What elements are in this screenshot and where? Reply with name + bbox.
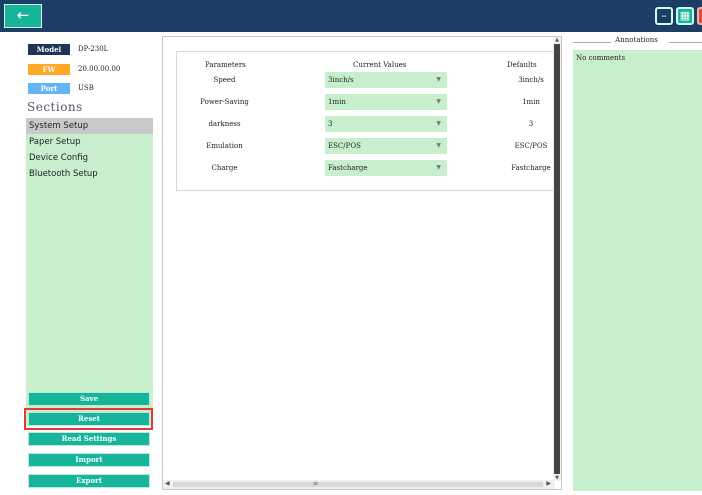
horizontal-scroll-thumb[interactable]	[173, 482, 543, 487]
sidebar-item-bluetooth-setup[interactable]: Bluetooth Setup	[26, 166, 153, 182]
param-default: 3inch/s	[518, 76, 544, 84]
param-label: Power-Saving	[200, 98, 249, 106]
parameters-card: Parameters Current Values Defaults Speed…	[176, 51, 554, 191]
annotations-text: No comments	[576, 54, 626, 62]
param-default: ESC/POS	[514, 142, 548, 150]
read-settings-button[interactable]: Read Settings	[28, 432, 150, 446]
model-row: Model DP-230L	[28, 44, 152, 55]
chevron-down-icon: ▼	[436, 120, 441, 127]
maximize-icon: ▦	[679, 9, 691, 22]
minimize-icon: –	[661, 9, 667, 22]
horizontal-scrollbar[interactable]: ◀ ≡ ▶	[163, 480, 555, 489]
speed-select[interactable]: 3inch/s ▼	[325, 72, 447, 88]
chevron-down-icon: ▼	[436, 164, 441, 171]
sidebar: Model DP-230L FW 20.00.00.00 Port USB Se…	[23, 39, 154, 491]
param-row-power-saving: Power-Saving 1min ▼ 1min	[177, 94, 555, 110]
main-panel: Parameters Current Values Defaults Speed…	[162, 36, 562, 490]
darkness-select[interactable]: 3 ▼	[325, 116, 447, 132]
current-values-header: Current Values	[353, 61, 407, 69]
fw-value: 20.00.00.00	[78, 65, 121, 73]
power-saving-select[interactable]: 1min ▼	[325, 94, 447, 110]
maximize-button[interactable]: ▦	[676, 7, 694, 25]
scroll-up-icon[interactable]: ▲	[553, 37, 561, 43]
close-button[interactable]	[697, 7, 702, 25]
select-value: 3	[328, 120, 333, 128]
emulation-select[interactable]: ESC/POS ▼	[325, 138, 447, 154]
port-badge: Port	[28, 83, 70, 94]
param-default: 1min	[522, 98, 540, 106]
vertical-scroll-thumb[interactable]	[554, 44, 560, 474]
section-list: System Setup Paper Setup Device Config B…	[26, 118, 153, 426]
param-default: Fastcharge	[511, 164, 551, 172]
sections-title: Sections	[27, 100, 83, 114]
model-badge: Model	[28, 44, 70, 55]
param-default: 3	[528, 120, 534, 128]
param-row-speed: Speed 3inch/s ▼ 3inch/s	[177, 72, 555, 88]
scroll-left-icon[interactable]: ◀	[165, 480, 170, 487]
reset-button[interactable]: Reset	[28, 412, 150, 426]
defaults-header: Defaults	[507, 61, 537, 69]
param-label: Emulation	[206, 142, 243, 150]
chevron-down-icon: ▼	[436, 98, 441, 105]
param-row-charge: Charge Fastcharge ▼ Fastcharge	[177, 160, 555, 176]
annotations-textarea[interactable]: No comments	[573, 50, 702, 491]
port-value: USB	[78, 84, 94, 92]
fw-row: FW 20.00.00.00	[28, 64, 152, 75]
param-row-emulation: Emulation ESC/POS ▼ ESC/POS	[177, 138, 555, 154]
param-row-darkness: darkness 3 ▼ 3	[177, 116, 555, 132]
sidebar-item-system-setup[interactable]: System Setup	[26, 118, 153, 134]
back-button[interactable]: ←	[4, 4, 42, 28]
scroll-right-icon[interactable]: ▶	[546, 480, 551, 487]
sidebar-item-paper-setup[interactable]: Paper Setup	[26, 134, 153, 150]
charge-select[interactable]: Fastcharge ▼	[325, 160, 447, 176]
param-label: darkness	[208, 120, 241, 128]
export-button[interactable]: Export	[28, 474, 150, 488]
chevron-down-icon: ▼	[436, 142, 441, 149]
sidebar-item-device-config[interactable]: Device Config	[26, 150, 153, 166]
select-value: Fastcharge	[328, 164, 368, 172]
select-value: ESC/POS	[328, 142, 361, 150]
title-bar: ← – ▦	[0, 0, 702, 32]
grip-icon: ≡	[313, 480, 319, 487]
minimize-button[interactable]: –	[655, 7, 673, 25]
model-value: DP-230L	[78, 45, 109, 53]
select-value: 3inch/s	[328, 76, 354, 84]
param-label: Speed	[213, 76, 236, 84]
import-button[interactable]: Import	[28, 453, 150, 467]
vertical-scrollbar[interactable]: ▲ ▼	[553, 37, 561, 481]
select-value: 1min	[328, 98, 346, 106]
port-row: Port USB	[28, 83, 152, 94]
annotations-panel: Annotations No comments	[571, 36, 702, 491]
chevron-down-icon: ▼	[436, 76, 441, 83]
parameters-header: Parameters	[205, 61, 246, 69]
arrow-left-icon: ←	[16, 6, 30, 24]
divider	[669, 42, 702, 43]
fw-badge: FW	[28, 64, 70, 75]
save-button[interactable]: Save	[28, 392, 150, 406]
param-label: Charge	[211, 164, 238, 172]
